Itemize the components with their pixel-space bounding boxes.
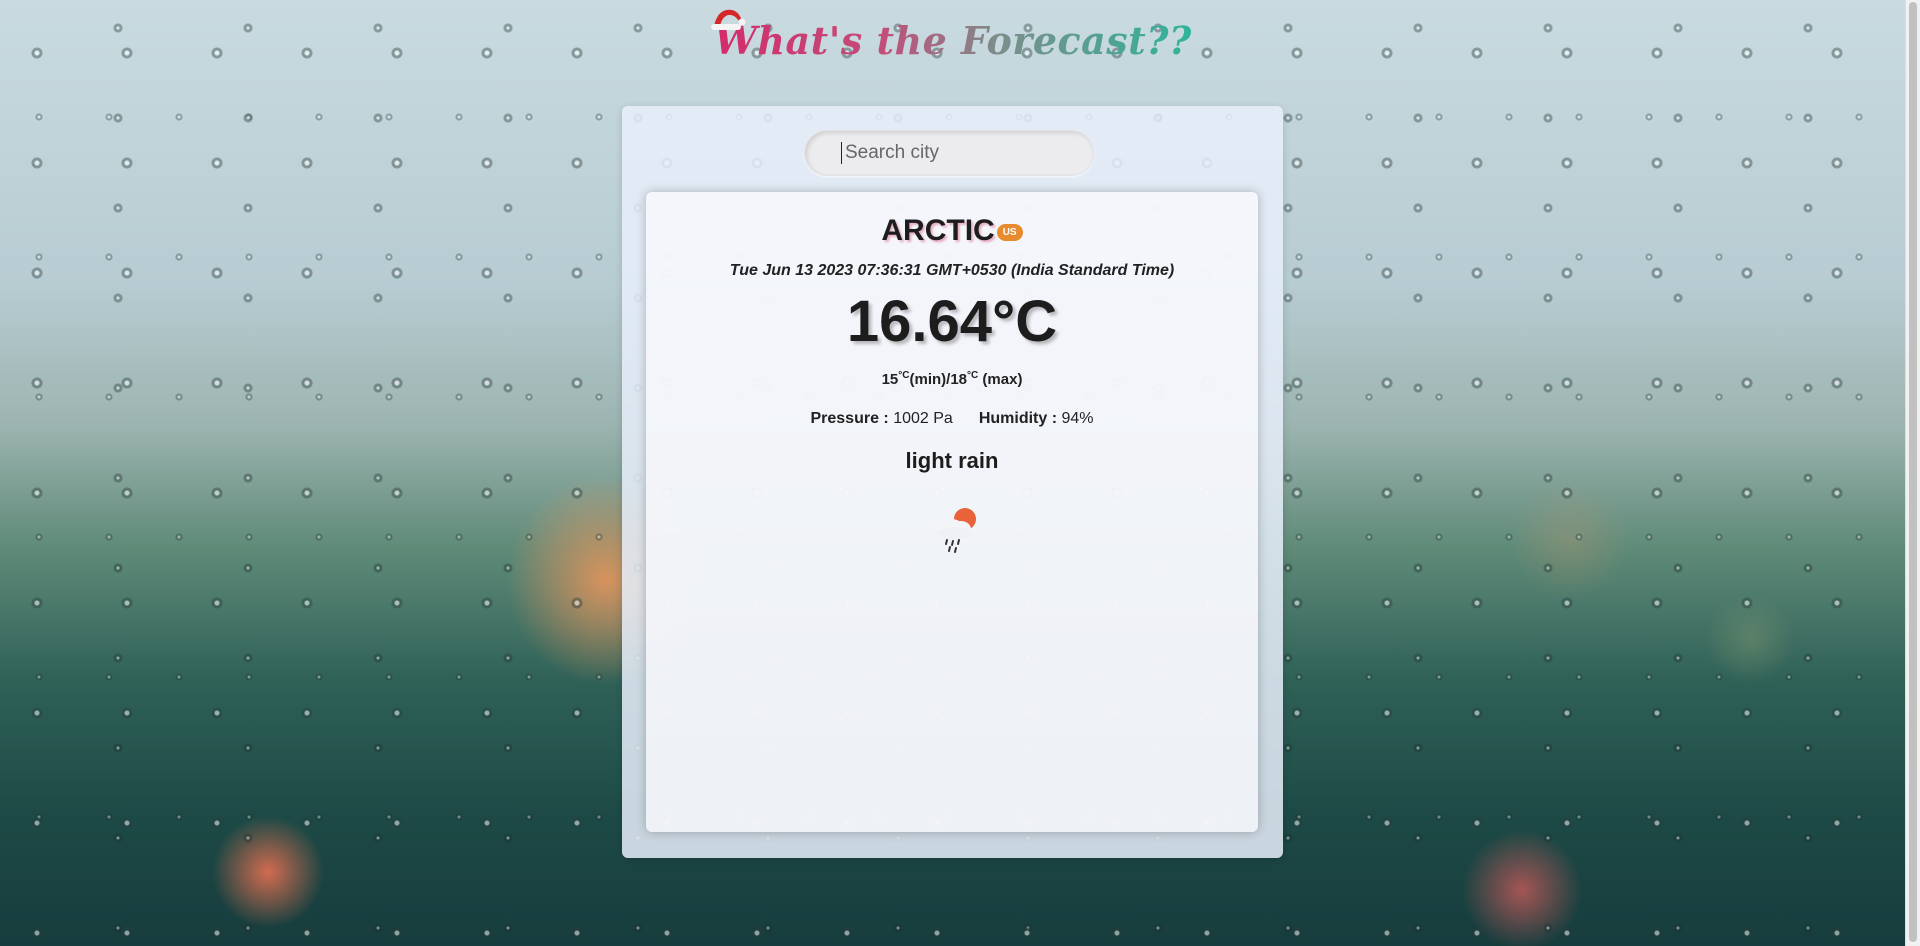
max-unit: °C bbox=[967, 370, 979, 381]
page-scrollbar[interactable] bbox=[1905, 0, 1920, 946]
city-name: ARCTIC bbox=[881, 214, 995, 247]
humidity-value: 94% bbox=[1061, 410, 1094, 427]
search-input[interactable] bbox=[804, 130, 1094, 176]
pressure-value: 1002 Pa bbox=[893, 410, 953, 427]
weather-details-panel: ARCTIC US Tue Jun 13 2023 07:36:31 GMT+05… bbox=[646, 192, 1258, 832]
date-time: Tue Jun 13 2023 07:36:31 GMT+0530 (India… bbox=[729, 262, 1175, 279]
text-caret bbox=[841, 142, 842, 164]
location: ARCTIC US bbox=[646, 214, 1258, 248]
page-title: What's the Forecast?? bbox=[711, 9, 1192, 63]
current-temperature: 16.64°C bbox=[846, 289, 1058, 354]
title-text: What's the Forecast?? bbox=[714, 18, 1192, 63]
weather-stats: Pressure : 1002 Pa Humidity : 94% bbox=[646, 410, 1258, 428]
header: What's the Forecast?? bbox=[0, 9, 1906, 63]
sun-cloud-rain-icon bbox=[938, 508, 976, 553]
min-max-temperature: 15°C(min)/18°C (max) bbox=[646, 370, 1258, 388]
santa-hat-icon bbox=[711, 9, 746, 30]
country-badge: US bbox=[996, 224, 1023, 242]
weather-card: ARCTICUS Tue Jun 13 2023 07:36:31 GMT+05… bbox=[622, 106, 1283, 858]
scrollbar-thumb[interactable] bbox=[1909, 2, 1917, 942]
humidity-label: Humidity : bbox=[978, 410, 1058, 427]
max-temp: 18 bbox=[950, 371, 968, 388]
min-temp: 15 bbox=[881, 371, 899, 388]
min-label: (min) bbox=[909, 371, 947, 388]
min-unit: °C bbox=[898, 370, 910, 381]
pressure-label: Pressure : bbox=[810, 410, 889, 427]
max-label: (max) bbox=[982, 371, 1023, 388]
weather-description: light rain bbox=[905, 448, 999, 473]
